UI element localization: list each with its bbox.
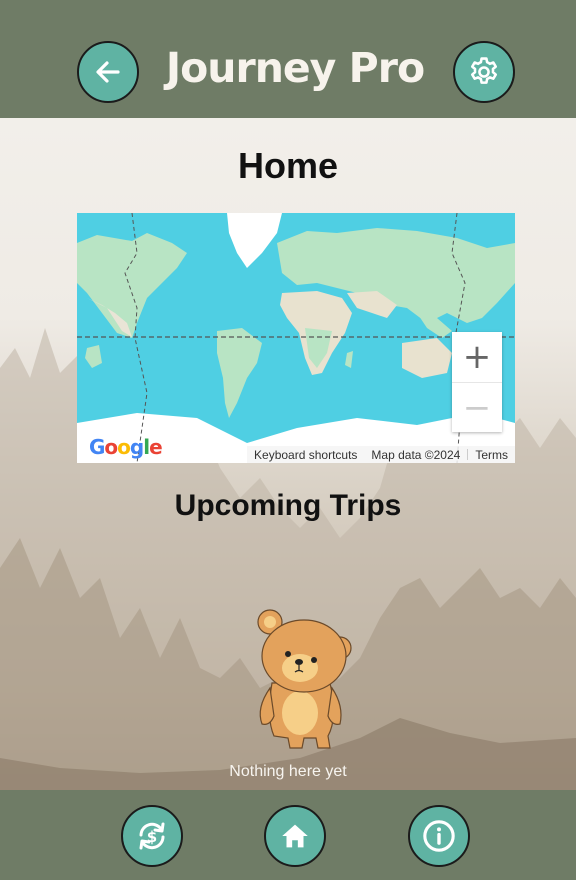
gear-icon [470,57,498,84]
top-bar: Journey Pro [0,0,576,118]
arrow-left-icon [96,61,120,83]
page-title: Home [237,145,339,186]
zoom-out-button[interactable]: − [452,382,502,432]
map-attribution: Keyboard shortcuts Map data ©2024 Terms [247,446,515,463]
app-title: Journey Pro [165,44,425,92]
zoom-control: + − [452,332,502,432]
map-data-text: Map data ©2024 [371,447,461,462]
home-icon [282,824,308,848]
empty-state-text: Nothing here yet [229,763,347,780]
settings-button[interactable] [453,41,515,103]
upcoming-trips-heading: Upcoming Trips [174,489,402,522]
svg-text:$: $ [147,828,157,846]
map-view[interactable]: + − Google Keyboard shortcuts Map data ©… [77,213,515,463]
currency-exchange-icon: $ [139,822,165,850]
home-button[interactable] [264,805,326,867]
google-logo: Google [89,435,163,459]
info-button[interactable] [408,805,470,867]
keyboard-shortcuts-link[interactable]: Keyboard shortcuts [247,448,364,462]
world-map-image [77,213,515,463]
currency-exchange-button[interactable]: $ [121,805,183,867]
back-button[interactable] [77,41,139,103]
bear-illustration [257,609,352,749]
zoom-in-button[interactable]: + [452,332,502,382]
terms-link[interactable]: Terms [468,448,515,462]
info-icon [423,820,455,852]
bottom-nav: $ [0,790,576,880]
